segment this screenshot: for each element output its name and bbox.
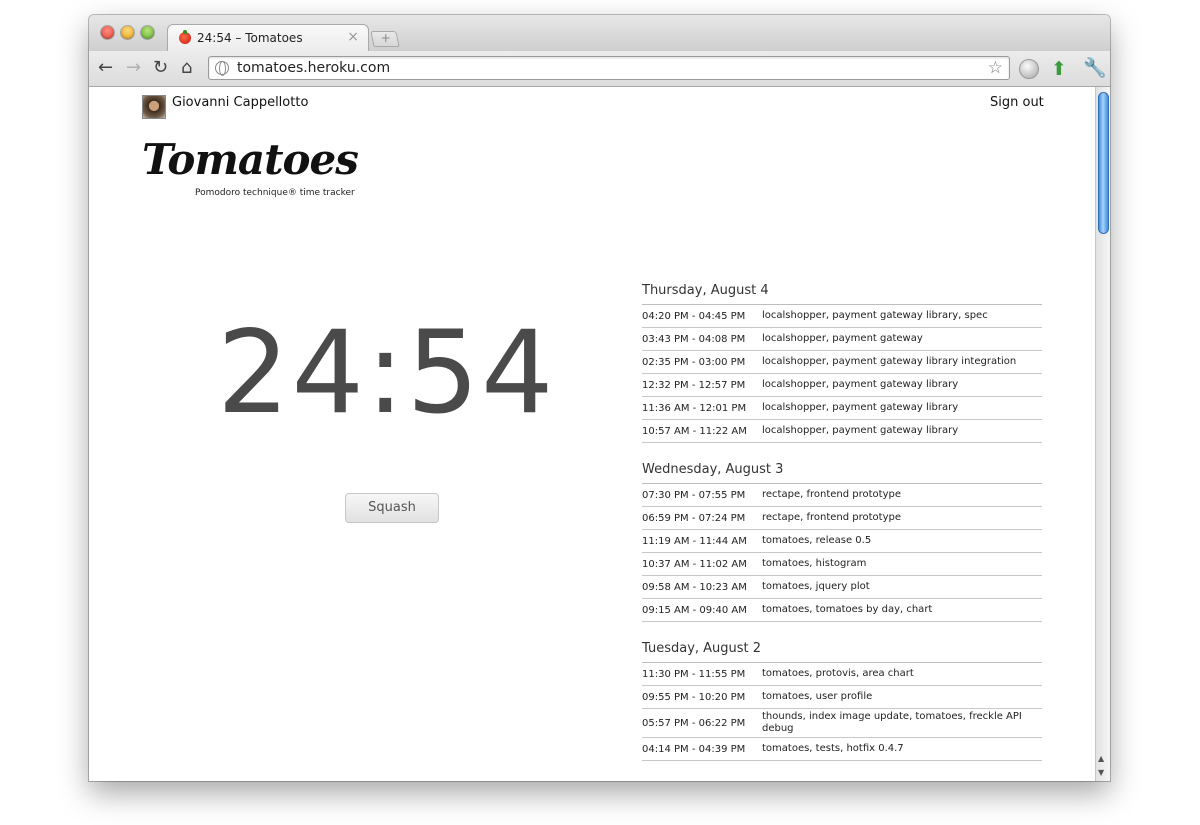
entry-tags: tomatoes, protovis, area chart [762, 668, 914, 679]
entry-time: 11:19 AM - 11:44 AM [642, 535, 747, 547]
list-item: 04:14 PM - 04:39 PM tomatoes, tests, hotf… [642, 738, 1042, 761]
entry-time: 11:36 AM - 12:01 PM [642, 402, 747, 414]
tagline: Pomodoro technique® time tracker [195, 188, 355, 198]
list-item: 04:20 PM - 04:45 PM localshopper, payment… [642, 305, 1042, 328]
globe-icon [215, 61, 229, 76]
list-item: 11:19 AM - 11:44 AM tomatoes, release 0.5 [642, 530, 1042, 553]
close-window-button[interactable] [101, 26, 114, 39]
entry-time: 03:43 PM - 04:08 PM [642, 333, 746, 345]
list-item: 11:30 PM - 11:55 PM tomatoes, protovis, a… [642, 663, 1042, 686]
list-item: 07:30 PM - 07:55 PM rectape, frontend pro… [642, 484, 1042, 507]
avatar[interactable] [142, 95, 166, 119]
user-name[interactable]: Giovanni Cappellotto [172, 95, 308, 110]
new-tab-button[interactable]: + [370, 31, 400, 47]
entry-time: 10:57 AM - 11:22 AM [642, 425, 747, 437]
sign-out-link[interactable]: Sign out [990, 95, 1044, 110]
day-heading: Tuesday, August 2 [642, 641, 762, 656]
title-bar: 24:54 – Tomatoes × + [89, 15, 1110, 52]
list-item: 10:57 AM - 11:22 AM localshopper, payment… [642, 420, 1042, 443]
list-item: 03:43 PM - 04:08 PM localshopper, payment… [642, 328, 1042, 351]
scroll-thumb[interactable] [1098, 92, 1109, 234]
tomato-favicon-icon [179, 30, 191, 44]
bookmark-star-icon[interactable]: ☆ [988, 58, 1003, 78]
tab-title: 24:54 – Tomatoes [197, 31, 303, 45]
logo[interactable]: Tomatoes [142, 135, 359, 184]
list-item: 11:36 AM - 12:01 PM localshopper, payment… [642, 397, 1042, 420]
plus-icon: + [380, 31, 391, 45]
entry-tags: tomatoes, tomatoes by day, chart [762, 604, 933, 615]
entry-tags: rectape, frontend prototype [762, 489, 901, 500]
entry-tags: localshopper, payment gateway library [762, 379, 959, 390]
entry-list: 11:30 PM - 11:55 PM tomatoes, protovis, a… [642, 662, 1042, 761]
list-item: 09:58 AM - 10:23 AM tomatoes, jquery plot [642, 576, 1042, 599]
entry-tags: localshopper, payment gateway library [762, 402, 959, 413]
entry-tags: tomatoes, jquery plot [762, 581, 870, 592]
scroll-up-icon[interactable]: ▲ [1098, 754, 1104, 763]
squash-button[interactable]: Squash [345, 493, 439, 523]
entry-time: 06:59 PM - 07:24 PM [642, 512, 746, 524]
entry-time: 07:30 PM - 07:55 PM [642, 489, 746, 501]
entry-tags: localshopper, payment gateway library in… [762, 356, 1017, 367]
day-group: Wednesday, August 3 07:30 PM - 07:55 PM re… [642, 457, 1042, 622]
address-bar[interactable]: tomatoes.heroku.com ☆ [208, 56, 1010, 80]
entry-tags: tomatoes, release 0.5 [762, 535, 872, 546]
tab-close-icon[interactable]: × [347, 29, 359, 45]
extension-globe-icon[interactable] [1019, 59, 1039, 79]
entry-tags: tomatoes, histogram [762, 558, 867, 569]
day-heading: Thursday, August 4 [642, 283, 769, 298]
wrench-menu-icon[interactable]: 🔧 [1083, 56, 1107, 79]
reload-button[interactable]: ↻ [153, 58, 168, 78]
list-item: 05:57 PM - 06:22 PM thounds, index image … [642, 709, 1042, 738]
entry-tags: localshopper, payment gateway library [762, 425, 959, 436]
entry-tags: tomatoes, tests, hotfix 0.4.7 [762, 743, 904, 754]
list-item: 12:32 PM - 12:57 PM localshopper, payment… [642, 374, 1042, 397]
extension-arrow-icon[interactable]: ⬆ [1051, 58, 1067, 80]
back-button[interactable]: ← [98, 58, 113, 78]
list-item: 09:15 AM - 09:40 AM tomatoes, tomatoes by… [642, 599, 1042, 622]
entry-tags: localshopper, payment gateway [762, 333, 923, 344]
url-text[interactable]: tomatoes.heroku.com [237, 60, 390, 76]
page-content: Giovanni Cappellotto Sign out Tomatoes P… [89, 87, 1095, 781]
browser-window: 24:54 – Tomatoes × + ← → ↻ ⌂ tomatoes.he… [89, 15, 1110, 781]
browser-tab[interactable]: 24:54 – Tomatoes × [167, 24, 369, 52]
entry-tags: thounds, index image update, tomatoes, f… [762, 711, 1022, 734]
entry-tags: localshopper, payment gateway library, s… [762, 310, 988, 321]
entry-tags: tomatoes, user profile [762, 691, 873, 702]
list-item: 10:37 AM - 11:02 AM tomatoes, histogram [642, 553, 1042, 576]
day-group: Tuesday, August 2 11:30 PM - 11:55 PM toma… [642, 636, 1042, 761]
list-item: 02:35 PM - 03:00 PM localshopper, payment… [642, 351, 1042, 374]
entry-time: 02:35 PM - 03:00 PM [642, 356, 746, 368]
scroll-down-icon[interactable]: ▼ [1098, 768, 1104, 777]
timer-display: 24:54 [217, 306, 556, 439]
maximize-window-button[interactable] [141, 26, 154, 39]
vertical-scrollbar[interactable]: ▲ ▼ [1095, 87, 1110, 781]
list-item: 06:59 PM - 07:24 PM rectape, frontend pro… [642, 507, 1042, 530]
minimize-window-button[interactable] [121, 26, 134, 39]
forward-button[interactable]: → [126, 58, 141, 78]
entry-time: 12:32 PM - 12:57 PM [642, 379, 746, 391]
entry-time: 11:30 PM - 11:55 PM [642, 668, 746, 680]
browser-toolbar: ← → ↻ ⌂ tomatoes.heroku.com ☆ ⬆ 🔧 [89, 51, 1110, 87]
entry-time: 09:58 AM - 10:23 AM [642, 581, 747, 593]
day-heading: Wednesday, August 3 [642, 462, 784, 477]
list-item: 09:55 PM - 10:20 PM tomatoes, user profil… [642, 686, 1042, 709]
entry-tags: rectape, frontend prototype [762, 512, 901, 523]
entry-list: 07:30 PM - 07:55 PM rectape, frontend pro… [642, 483, 1042, 622]
home-button[interactable]: ⌂ [181, 58, 192, 78]
entry-time: 09:15 AM - 09:40 AM [642, 604, 747, 616]
entry-time: 05:57 PM - 06:22 PM [642, 717, 746, 729]
day-group: Thursday, August 4 04:20 PM - 04:45 PM loc… [642, 278, 1042, 443]
entry-time: 09:55 PM - 10:20 PM [642, 691, 746, 703]
entry-list: 04:20 PM - 04:45 PM localshopper, payment… [642, 304, 1042, 443]
entry-time: 10:37 AM - 11:02 AM [642, 558, 747, 570]
entry-time: 04:14 PM - 04:39 PM [642, 743, 746, 755]
entry-time: 04:20 PM - 04:45 PM [642, 310, 746, 322]
tomato-log: Thursday, August 4 04:20 PM - 04:45 PM loc… [642, 278, 1042, 775]
